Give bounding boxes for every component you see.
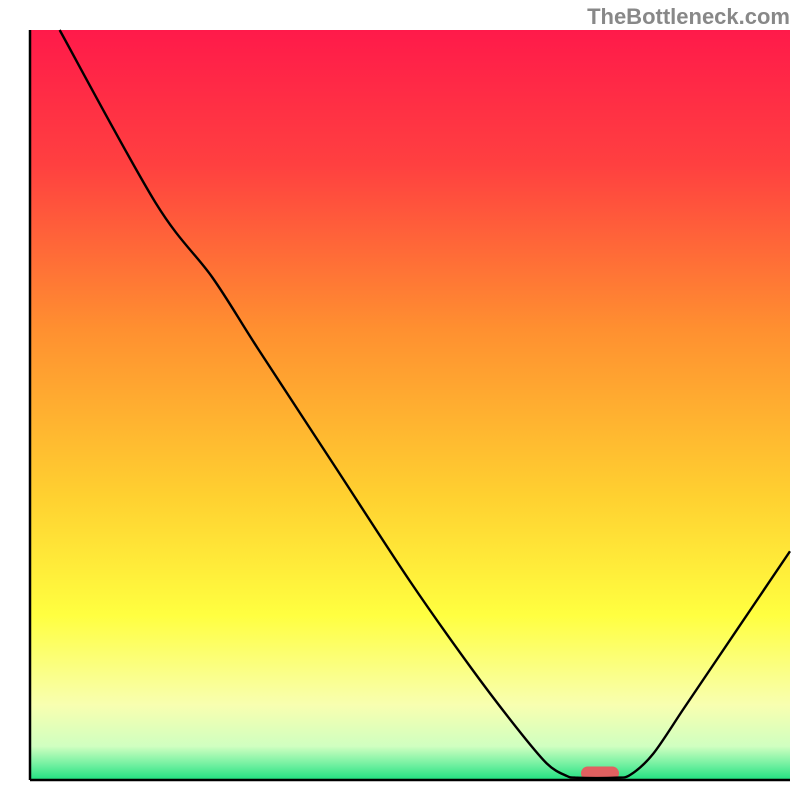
plot-background [30,30,790,780]
chart-svg [0,0,800,800]
watermark-text: TheBottleneck.com [587,4,790,30]
chart-container: TheBottleneck.com [0,0,800,800]
